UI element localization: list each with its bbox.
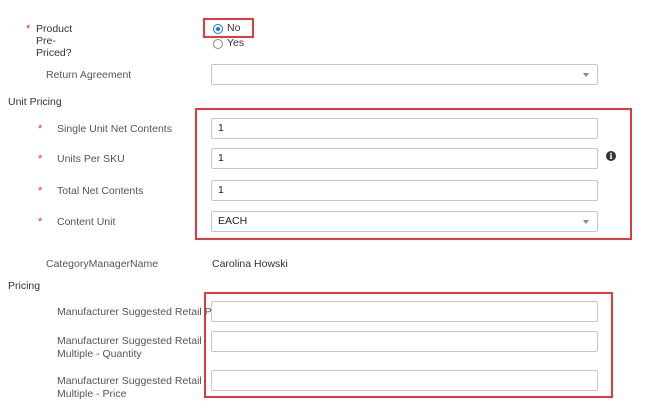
msrp-multiple-price-input[interactable] [211, 370, 598, 391]
return-agreement-select[interactable] [211, 64, 598, 85]
unit-pricing-heading: Unit Pricing [8, 96, 62, 108]
info-icon[interactable]: i [606, 151, 616, 161]
radio-yes[interactable] [213, 39, 223, 49]
total-net-contents-value: 1 [218, 184, 224, 196]
category-manager-value: Carolina Howski [212, 258, 288, 270]
pre-priced-label: Product Pre-Priced? [36, 23, 73, 59]
total-net-contents-label: Total Net Contents [57, 185, 144, 197]
radio-no-label[interactable]: No [227, 22, 240, 34]
category-manager-label: CategoryManagerName [46, 258, 159, 270]
return-agreement-label: Return Agreement [46, 69, 132, 81]
msrp-input[interactable] [211, 301, 598, 322]
units-per-sku-input[interactable]: 1 [211, 148, 598, 169]
required-marker: * [38, 216, 43, 228]
msrp-multiple-quantity-label-line1: Manufacturer Suggested Retail [57, 335, 202, 347]
content-unit-select[interactable]: EACH [211, 211, 598, 232]
content-unit-value: EACH [218, 215, 248, 227]
msrp-multiple-quantity-label: Manufacturer Suggested Retail Multiple -… [57, 335, 202, 361]
pricing-heading: Pricing [8, 280, 41, 292]
msrp-multiple-price-label-line1: Manufacturer Suggested Retail [57, 375, 202, 387]
msrp-label: Manufacturer Suggested Retail Price [57, 306, 229, 318]
required-marker: * [38, 123, 43, 135]
radio-yes-label[interactable]: Yes [227, 37, 244, 49]
required-marker: * [26, 23, 31, 35]
required-marker: * [38, 185, 43, 197]
single-unit-net-contents-label: Single Unit Net Contents [57, 123, 172, 135]
single-unit-net-contents-value: 1 [218, 122, 224, 134]
units-per-sku-value: 1 [218, 152, 224, 164]
required-marker: * [38, 153, 43, 165]
radio-no[interactable] [213, 24, 223, 34]
msrp-multiple-quantity-input[interactable] [211, 331, 598, 352]
chevron-down-icon [583, 73, 589, 77]
content-unit-label: Content Unit [57, 216, 116, 228]
msrp-multiple-quantity-label-line2: Multiple - Quantity [57, 348, 142, 360]
msrp-multiple-price-label-line2: Multiple - Price [57, 388, 127, 400]
units-per-sku-label: Units Per SKU [57, 153, 125, 165]
single-unit-net-contents-input[interactable]: 1 [211, 118, 598, 139]
total-net-contents-input[interactable]: 1 [211, 180, 598, 201]
msrp-multiple-price-label: Manufacturer Suggested Retail Multiple -… [57, 375, 202, 401]
chevron-down-icon [583, 220, 589, 224]
